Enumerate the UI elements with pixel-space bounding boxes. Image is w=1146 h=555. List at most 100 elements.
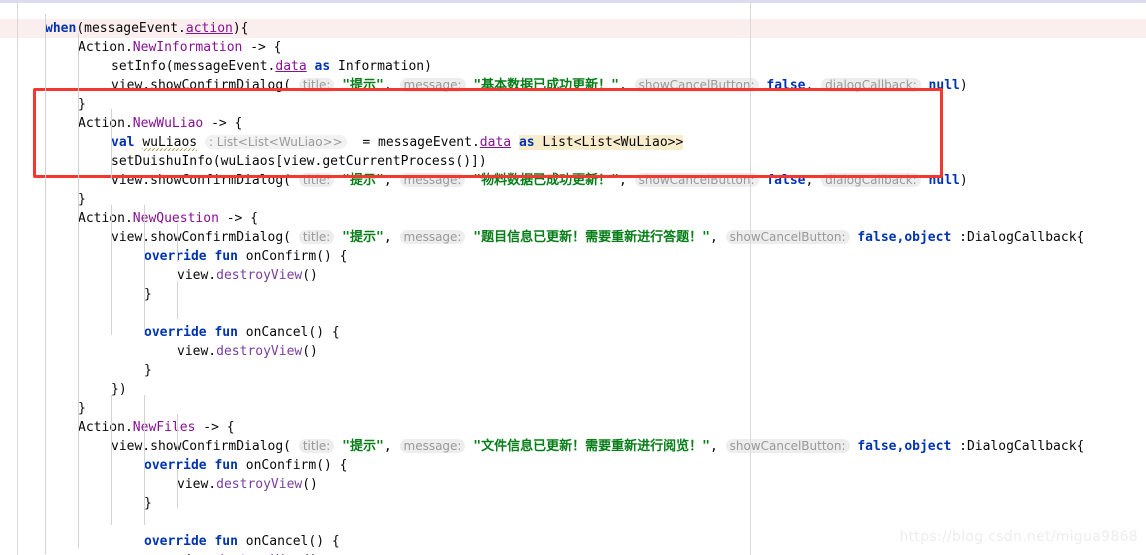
code-line[interactable]: view.showConfirmDialog( title: "提示", mes… — [0, 437, 1146, 456]
inlay-parameter-hint: title: — [298, 78, 335, 92]
inlay-parameter-hint: title: — [298, 230, 335, 244]
code-token-plain: -> { — [242, 40, 282, 55]
code-token-plain: , — [618, 173, 635, 188]
inlay-parameter-hint: dialogCallback: — [821, 78, 921, 92]
code-line[interactable]: view.showConfirmDialog( title: "提示", mes… — [0, 171, 1146, 190]
inlay-parameter-hint: showCancelButton: — [634, 78, 759, 92]
code-line[interactable]: override fun onConfirm() { — [0, 247, 1146, 266]
code-token-plain: view.showConfirmDialog( — [111, 439, 299, 454]
right-margin-ruler — [750, 0, 751, 555]
code-line[interactable]: when(messageEvent.action){ — [0, 19, 1146, 38]
code-token-str: "提示" — [334, 78, 384, 93]
code-token-kw: fun — [214, 458, 238, 473]
code-line-content: Action.NewQuestion -> { — [0, 209, 258, 228]
code-line-content: Action.NewFiles -> { — [0, 418, 235, 437]
code-token-plain: } — [144, 287, 152, 302]
code-token-kw: as — [314, 59, 331, 74]
indent-guide — [78, 193, 79, 548]
code-token-plain: } — [78, 97, 86, 112]
code-token-kw: object — [904, 439, 952, 454]
code-line-content: view.showConfirmDialog( title: "提示", mes… — [0, 437, 1084, 456]
code-line[interactable]: }) — [0, 380, 1146, 399]
code-token-kw: override — [144, 249, 207, 264]
code-line[interactable]: Action.NewWuLiao -> { — [0, 114, 1146, 133]
code-line[interactable]: setDuishuInfo(wuLiaos[view.getCurrentPro… — [0, 152, 1146, 171]
cast-type-highlight: List<List<WuLiao>> — [534, 135, 684, 150]
code-token-enum: NewWuLiao — [132, 116, 204, 131]
indent-guide — [144, 395, 145, 525]
code-token-plain: view.showConfirmDialog( — [111, 230, 299, 245]
code-line[interactable]: view.showConfirmDialog( title: "提示", mes… — [0, 76, 1146, 95]
code-line[interactable]: } — [0, 285, 1146, 304]
code-token-plain: () — [302, 477, 318, 492]
code-token-plain: view. — [177, 477, 217, 492]
inlay-parameter-hint: message: — [399, 230, 466, 244]
code-line[interactable]: } — [0, 399, 1146, 418]
code-token-plain: (messageEvent. — [76, 21, 186, 36]
code-line[interactable]: Action.NewQuestion -> { — [0, 209, 1146, 228]
code-token-plain: view. — [111, 78, 151, 93]
code-line[interactable]: Action.NewFiles -> { — [0, 418, 1146, 437]
code-token-kw: fun — [214, 534, 238, 549]
code-line[interactable]: } — [0, 190, 1146, 209]
code-line[interactable]: override fun onConfirm() { — [0, 456, 1146, 475]
code-token-str: "基本数据已成功更新！" — [465, 78, 619, 93]
code-token-kw: null — [920, 173, 960, 188]
code-token-plain: ) — [959, 173, 968, 188]
code-token-plain: :DialogCallback{ — [951, 439, 1085, 454]
code-token-plain: onCancel() { — [237, 534, 340, 549]
warning-underlined-identifier: wuLiaos — [142, 135, 198, 151]
code-line[interactable]: view.destroyView() — [0, 342, 1146, 361]
code-line-content: Action.NewInformation -> { — [0, 38, 282, 57]
code-token-kw: val — [111, 135, 135, 150]
code-line[interactable]: } — [0, 494, 1146, 513]
code-token-plain: , — [805, 78, 822, 93]
code-line[interactable]: setInfo(messageEvent.data as Information… — [0, 57, 1146, 76]
indent-guide — [177, 224, 178, 262]
code-token-enum: NewQuestion — [132, 211, 219, 226]
code-line-content: val wuLiaos : List<List<WuLiao>> = messa… — [0, 133, 684, 152]
code-token-plain: onConfirm() { — [237, 249, 348, 264]
code-token-kw: override — [144, 534, 207, 549]
code-line[interactable]: override fun onCancel() { — [0, 323, 1146, 342]
code-token-kw: object — [904, 230, 952, 245]
code-line[interactable]: view.destroyView() — [0, 266, 1146, 285]
code-token-plain: showConfirmDialog( — [150, 78, 299, 93]
code-token-plain: , — [709, 439, 726, 454]
code-token-meth: destroyView — [216, 344, 303, 359]
code-line[interactable]: val wuLiaos : List<List<WuLiao>> = messa… — [0, 133, 1146, 152]
code-token-plain: , — [383, 230, 400, 245]
code-line[interactable]: view.destroyView() — [0, 475, 1146, 494]
code-line[interactable]: view.destroyView() — [0, 551, 1146, 555]
code-line-content: setDuishuInfo(wuLiaos[view.getCurrentPro… — [0, 152, 487, 171]
code-token-plain: , — [618, 78, 635, 93]
code-line-content: when(messageEvent.action){ — [0, 19, 249, 38]
code-token-plain: onCancel() { — [237, 325, 340, 340]
code-line[interactable]: view.showConfirmDialog( title: "提示", mes… — [0, 228, 1146, 247]
code-line-content: override fun onConfirm() { — [0, 456, 348, 475]
code-line[interactable] — [0, 0, 1146, 19]
code-token-plain: -> { — [195, 420, 235, 435]
code-line[interactable]: } — [0, 361, 1146, 380]
code-line[interactable] — [0, 304, 1146, 323]
indent-guide — [177, 281, 178, 319]
code-line[interactable]: Action.NewInformation -> { — [0, 38, 1146, 57]
code-token-kw: false, — [849, 439, 905, 454]
code-token-str: "文件信息已更新！需要重新进行阅览！" — [465, 439, 710, 454]
inlay-type-hint: : List<List<WuLiao>> — [204, 135, 347, 149]
code-token-plain: }) — [111, 382, 127, 397]
code-token-kw: false — [758, 173, 806, 188]
code-token-plain: ){ — [232, 21, 249, 36]
inlay-parameter-hint: dialogCallback: — [821, 173, 921, 187]
code-editor[interactable]: when(messageEvent.action){Action.NewInfo… — [0, 0, 1146, 555]
code-token-str: "提示" — [334, 173, 384, 188]
code-token-plain: } — [144, 363, 152, 378]
code-line[interactable]: } — [0, 95, 1146, 114]
code-token-plain: () — [302, 268, 318, 283]
code-line-content: view.showConfirmDialog( title: "提示", mes… — [0, 171, 968, 190]
code-token-plain: } — [144, 496, 152, 511]
code-line-content: view.destroyView() — [0, 475, 318, 494]
code-token-plain: Action. — [78, 40, 133, 55]
